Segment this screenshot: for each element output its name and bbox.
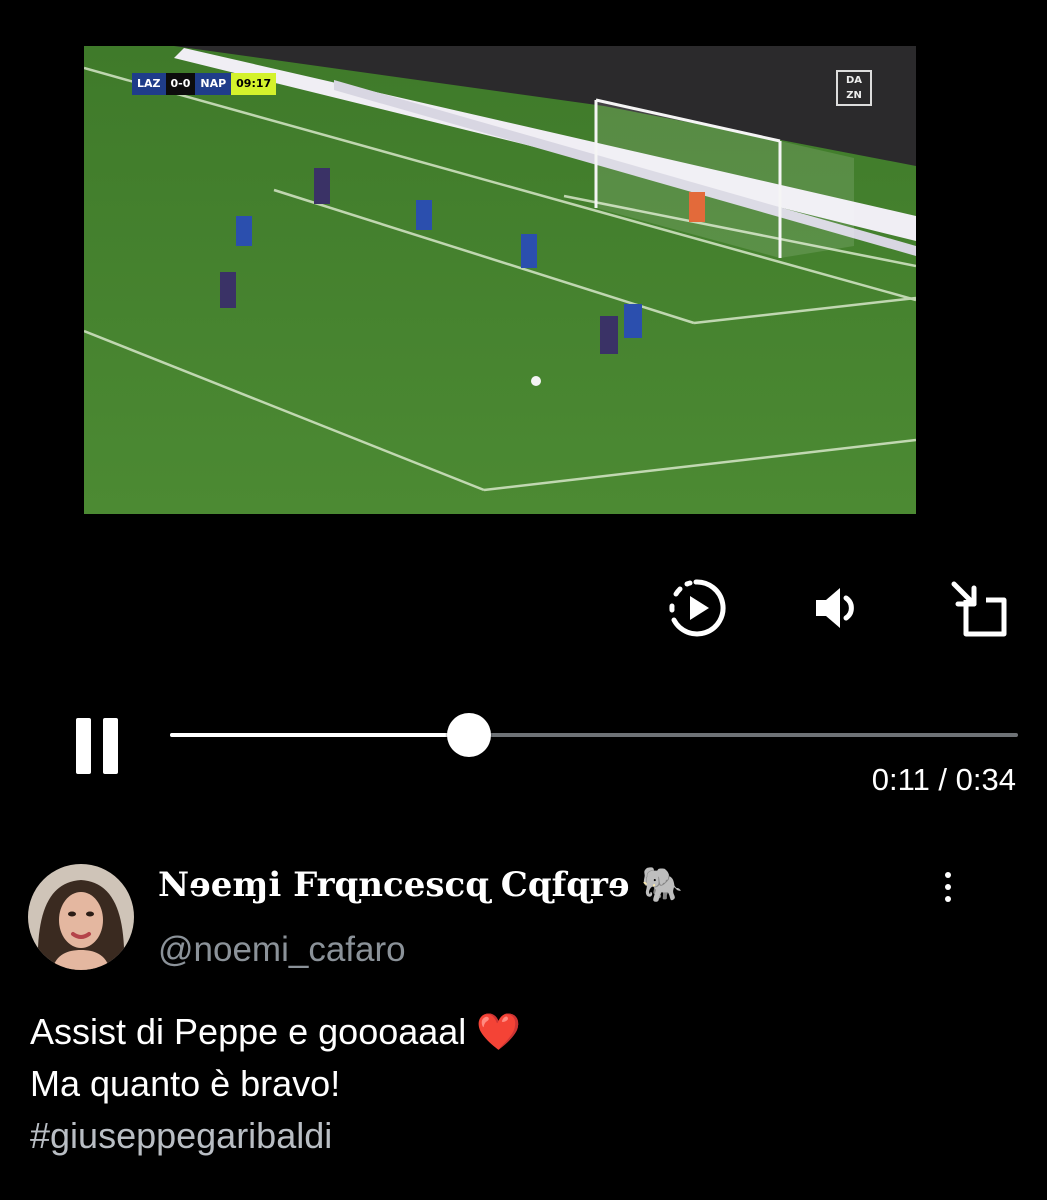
match-clock: 09:17: [231, 73, 277, 95]
progress-thumb[interactable]: [447, 713, 492, 757]
hashtag-link[interactable]: #giuseppegaribaldi: [30, 1110, 521, 1162]
broadcaster-logo-line-1: DA: [845, 75, 863, 86]
time-readout: 0:11 / 0:34: [871, 762, 1016, 797]
score: 0-0: [165, 73, 196, 95]
progress-bar[interactable]: [170, 713, 1018, 757]
volume-icon: [816, 588, 854, 628]
more-vertical-icon: [945, 872, 951, 878]
tweet-text: Assist di Peppe e goooaaal ❤️ Ma quanto …: [30, 1006, 521, 1162]
replay-icon: [669, 579, 726, 637]
replay-button[interactable]: [660, 572, 732, 644]
exit-fullscreen-button[interactable]: [942, 572, 1014, 644]
author-handle[interactable]: @noemi_cafaro: [158, 930, 406, 970]
scoreboard: LAZ 0-0 NAP 09:17: [132, 73, 277, 95]
author-name[interactable]: Nɘeɱi Frɋncescɋ Cɋfɋrɘ 🐘: [158, 865, 684, 905]
broadcaster-logo-line-2: ZN: [846, 90, 862, 101]
video-player[interactable]: LAZ 0-0 NAP 09:17 DA ZN: [0, 0, 1047, 540]
pause-button[interactable]: [70, 710, 130, 780]
avatar[interactable]: [28, 864, 134, 970]
football-match-image: [84, 46, 916, 514]
home-team: LAZ: [132, 73, 166, 95]
away-team: NAP: [195, 73, 232, 95]
tweet-line: Assist di Peppe e goooaaal ❤️: [30, 1011, 522, 1052]
volume-button[interactable]: [800, 572, 872, 644]
video-frame[interactable]: LAZ 0-0 NAP 09:17 DA ZN: [84, 46, 916, 514]
broadcaster-logo: DA ZN: [836, 70, 872, 106]
progress-fill: [170, 733, 470, 737]
profile-photo: [28, 864, 134, 970]
exit-fullscreen-icon: [951, 581, 1007, 637]
more-options-button[interactable]: [928, 862, 968, 912]
tweet-line: Ma quanto è bravo!: [30, 1063, 341, 1104]
